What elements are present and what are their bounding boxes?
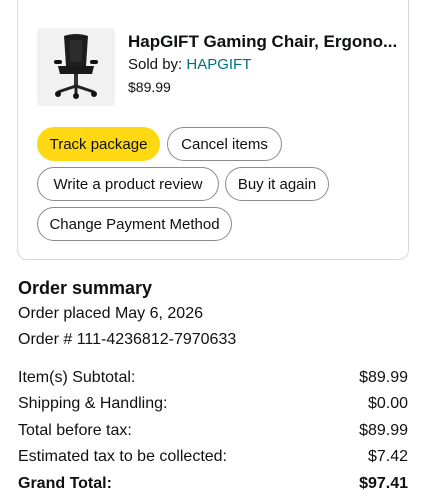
buy-again-button[interactable]: Buy it again [225, 167, 329, 201]
summary-label: Shipping & Handling: [18, 395, 168, 412]
summary-row-before-tax: Total before tax: $89.99 [18, 422, 408, 440]
summary-row-grand-total: Grand Total: $97.41 [18, 475, 408, 493]
summary-row-tax: Estimated tax to be collected: $7.42 [18, 448, 408, 466]
order-number: Order # 111-4236812-7970633 [18, 331, 237, 348]
summary-value: $97.41 [359, 475, 408, 492]
order-summary-title: Order summary [18, 278, 153, 298]
track-package-button[interactable]: Track package [37, 127, 160, 161]
summary-row-subtotal: Item(s) Subtotal: $89.99 [18, 369, 408, 387]
summary-label: Estimated tax to be collected: [18, 448, 227, 465]
sold-by-label: Sold by: [128, 56, 187, 73]
seller-link[interactable]: HAPGIFT [186, 56, 251, 73]
product-image[interactable] [37, 28, 115, 106]
product-price: $89.99 [128, 79, 171, 95]
summary-value: $89.99 [359, 369, 408, 386]
summary-label: Total before tax: [18, 422, 132, 439]
order-placed-date: Order placed May 6, 2026 [18, 305, 203, 322]
gaming-chair-icon [54, 34, 98, 99]
summary-value: $0.00 [367, 395, 408, 412]
summary-label: Grand Total: [18, 475, 112, 492]
write-review-button[interactable]: Write a product review [37, 167, 219, 201]
change-payment-button[interactable]: Change Payment Method [37, 207, 232, 241]
cancel-items-button[interactable]: Cancel items [167, 127, 282, 161]
sold-by: Sold by: HAPGIFT [128, 56, 251, 73]
summary-value: $7.42 [367, 448, 408, 465]
summary-value: $89.99 [359, 422, 408, 439]
product-title[interactable]: HapGIFT Gaming Chair, Ergono... [128, 32, 408, 52]
summary-label: Item(s) Subtotal: [18, 369, 136, 386]
summary-row-shipping: Shipping & Handling: $0.00 [18, 395, 408, 413]
